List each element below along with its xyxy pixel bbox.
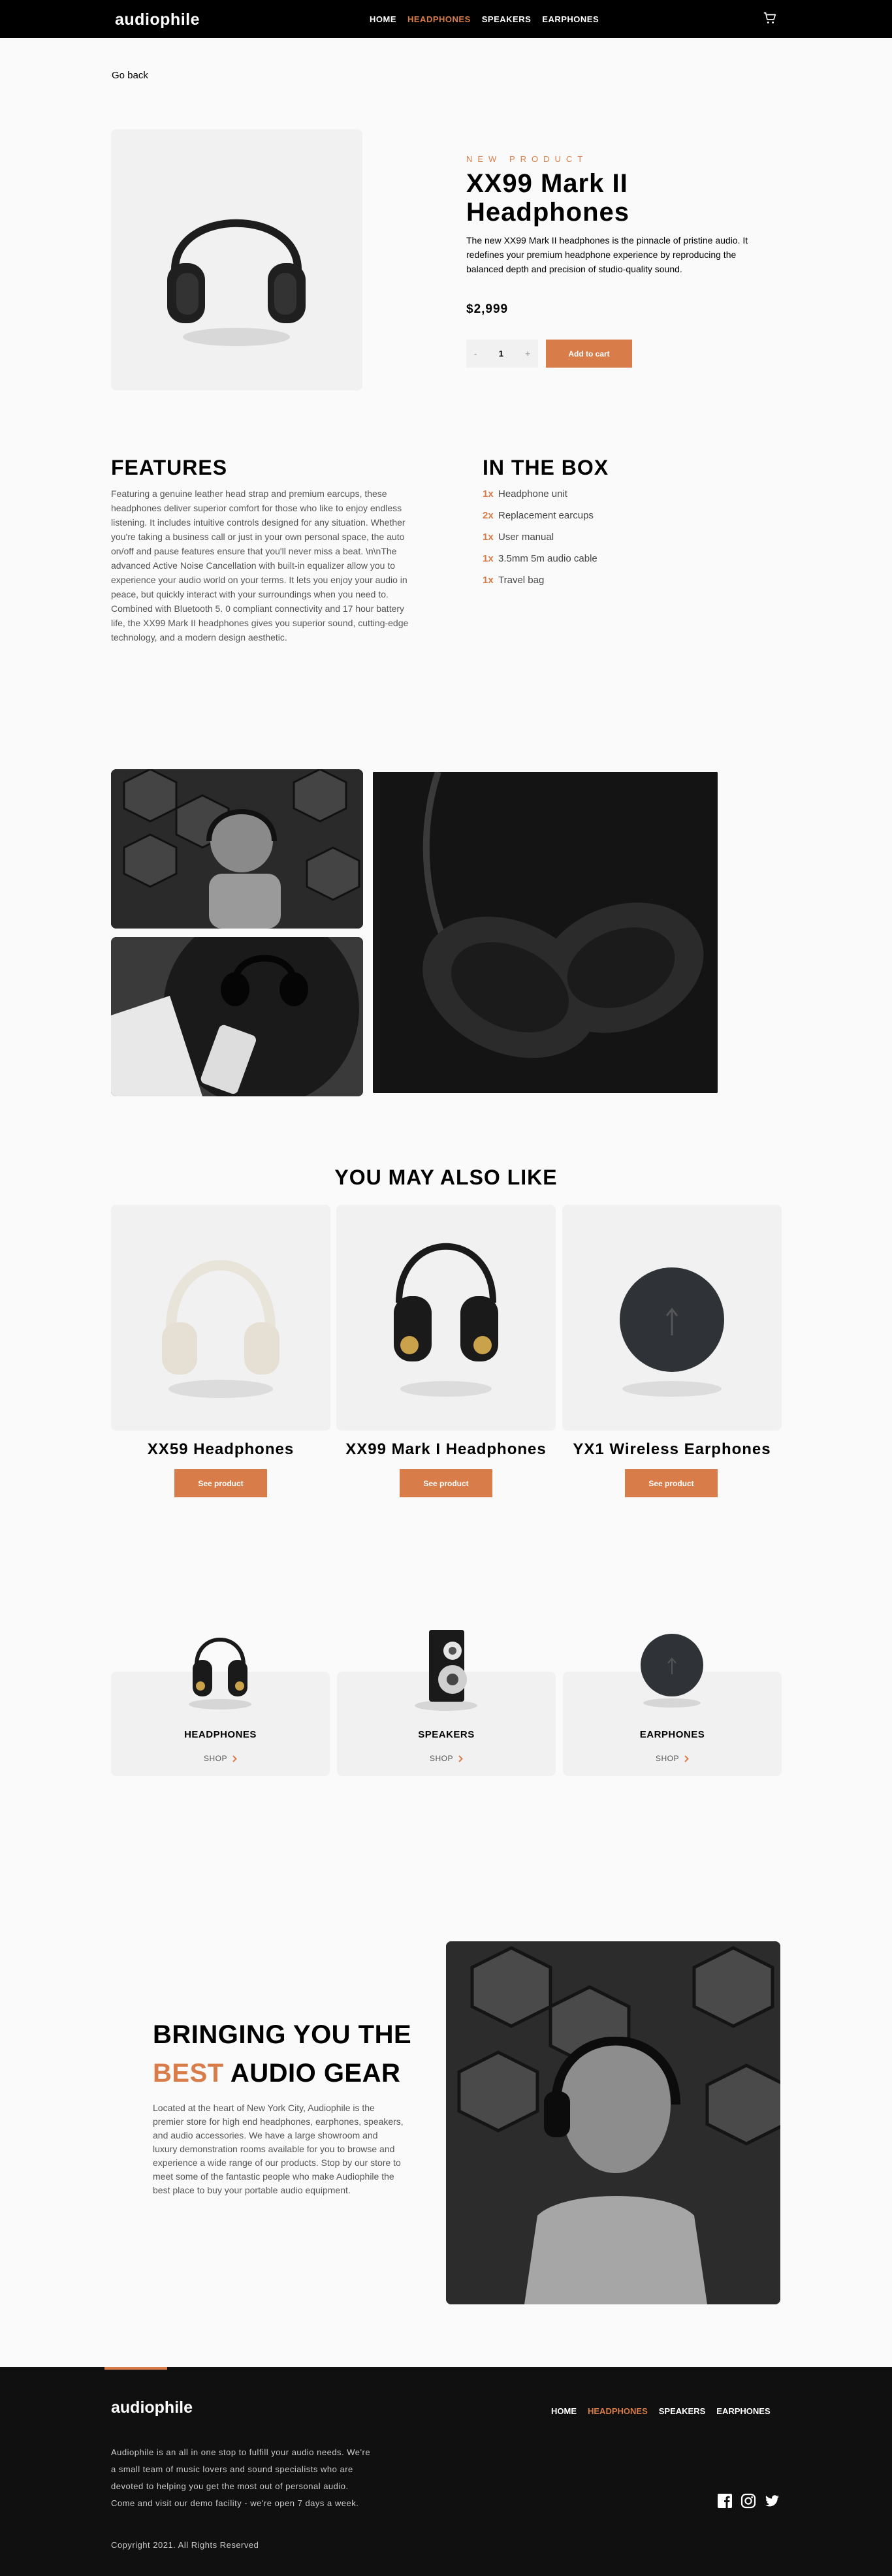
instagram-icon[interactable] [741,2493,756,2509]
product-description: The new XX99 Mark II headphones is the p… [466,235,748,274]
man-with-headphones-photo [111,769,363,929]
nav-speakers[interactable]: SPEAKERS [482,14,532,24]
about-image [446,1941,780,2304]
site-footer: audiophile HOME HEADPHONES SPEAKERS EARP… [0,2367,892,2576]
in-the-box-title: IN THE BOX [483,456,609,479]
shop-link-speakers[interactable]: SHOP [337,1754,556,1763]
chevron-right-icon [232,1755,237,1762]
nav-headphones[interactable]: HEADPHONES [407,14,471,24]
product-title-line1: XX99 Mark II [466,169,628,198]
shop-label: SHOP [655,1754,679,1763]
category-name-earphones: EARPHONES [639,1729,705,1740]
man-portrait-photo [446,1941,780,2304]
shop-link-headphones[interactable]: SHOP [111,1754,330,1763]
category-headphones-image [189,1638,251,1709]
features-title: FEATURES [111,456,228,479]
product-image [111,129,362,390]
see-product-button[interactable]: See product [400,1469,492,1497]
nav-earphones[interactable]: EARPHONES [542,14,599,24]
box-item-qty: 1x [483,488,494,500]
box-item: 2x Replacement earcups [483,509,678,522]
gallery-image-3 [373,772,718,1093]
footer-logo[interactable]: audiophile [111,2398,193,2417]
product-title-line2: Headphones [466,198,630,227]
in-the-box-list: 1x Headphone unit 2x Replacement earcups… [483,488,678,587]
box-item-qty: 1x [483,532,494,543]
category-name-speakers: SPEAKERS [418,1729,475,1740]
related-name-yx1: YX1 Wireless Earphones [573,1440,771,1458]
box-item-qty: 2x [483,510,494,521]
twitter-icon[interactable] [764,2493,780,2509]
footer-about-text: Audiophile is an all in one stop to fulf… [111,2447,371,2508]
box-item: 1x Travel bag [483,574,678,587]
main-nav: HOME HEADPHONES SPEAKERS EARPHONES [370,14,599,24]
white-headphones-image [162,1260,279,1398]
footer-nav: HOME HEADPHONES SPEAKERS EARPHONES [551,2406,771,2416]
box-item: 1x Headphone unit [483,488,678,501]
category-speakers-image [415,1630,477,1711]
related-image-yx1 [562,1205,782,1431]
about-heading-rest: AUDIO GEAR [223,2059,401,2088]
add-to-cart-button[interactable]: Add to cart [546,340,632,368]
facebook-icon[interactable] [717,2493,733,2509]
features-text: Featuring a genuine leather head strap a… [111,488,409,643]
gold-headphones-image [394,1243,498,1397]
gallery-image-2 [111,937,363,1096]
chevron-right-icon [684,1755,689,1762]
headphones-image [167,219,306,346]
see-product-button[interactable]: See product [625,1469,718,1497]
shop-label: SHOP [203,1754,227,1763]
box-item-name: User manual [498,532,554,543]
new-product-label: NEW PRODUCT [466,154,588,164]
chevron-right-icon [458,1755,463,1762]
about-heading-accent: BEST [153,2059,224,2088]
related-image-xx59 [111,1205,330,1431]
also-like-title: YOU MAY ALSO LIKE [334,1166,558,1189]
related-image-xx99-mark-i [336,1205,556,1431]
related-name-xx59: XX59 Headphones [147,1440,295,1458]
nav-home[interactable]: HOME [370,14,396,24]
increment-button[interactable]: + [525,349,530,358]
shop-label: SHOP [429,1754,453,1763]
box-item-name: Travel bag [498,575,545,586]
footer-nav-home[interactable]: HOME [551,2406,577,2416]
box-item-name: Replacement earcups [498,510,594,521]
footer-accent-bar [104,2367,167,2370]
social-links [717,2493,780,2509]
site-header: audiophile HOME HEADPHONES SPEAKERS EARP… [0,0,892,38]
category-name-headphones: HEADPHONES [184,1729,257,1740]
footer-copyright: Copyright 2021. All Rights Reserved [111,2540,259,2550]
footer-nav-headphones[interactable]: HEADPHONES [588,2406,648,2416]
box-item: 1x 3.5mm 5m audio cable [483,552,678,565]
quantity-value[interactable]: 1 [499,349,503,358]
box-item-qty: 1x [483,575,494,586]
footer-nav-earphones[interactable]: EARPHONES [716,2406,770,2416]
box-item-name: 3.5mm 5m audio cable [498,553,597,564]
category-earphones-image [641,1634,703,1708]
related-name-xx99-mark-i: XX99 Mark I Headphones [345,1440,547,1458]
box-item-qty: 1x [483,553,494,564]
see-product-button[interactable]: See product [174,1469,267,1497]
about-heading-line1: BRINGING YOU THE [153,2020,412,2049]
earphones-case-image [620,1267,724,1397]
site-logo[interactable]: audiophile [115,10,200,29]
gallery-image-1 [111,769,363,929]
box-item-name: Headphone unit [498,488,567,500]
headphones-on-table-photo [111,937,363,1096]
go-back-link[interactable]: Go back [112,70,148,81]
quantity-stepper: - 1 + [466,340,538,368]
footer-nav-speakers[interactable]: SPEAKERS [659,2406,706,2416]
decrement-button[interactable]: - [474,349,477,358]
product-price: $2,999 [466,302,509,316]
shop-link-earphones[interactable]: SHOP [563,1754,782,1763]
about-text: Located at the heart of New York City, A… [153,2103,404,2195]
box-item: 1x User manual [483,531,678,544]
cart-icon[interactable] [763,11,777,25]
about-heading-line2: BEST AUDIO GEAR [153,2054,400,2092]
headphones-closeup-photo [373,772,718,1093]
